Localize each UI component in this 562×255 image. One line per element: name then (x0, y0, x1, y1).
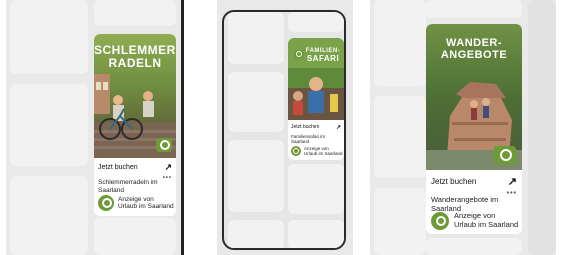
book-now-label: Jetzt buchen (431, 176, 477, 186)
hero-title: ANGEBOTE (440, 49, 508, 61)
feed-tile[interactable] (10, 176, 88, 255)
panel-feed-3: WANDER- ANGEBOTE Jetzt buchen ↗ Wanderan… (370, 0, 556, 255)
sponsor-info[interactable]: Anzeige von Urlaub im Saarland (291, 146, 343, 157)
arrow-up-right-icon: ↗ (507, 175, 517, 188)
book-now-label: Jetzt buchen (291, 124, 320, 130)
hero-title: RADELN (108, 56, 162, 70)
feed-tile[interactable] (94, 0, 176, 26)
feed-tile[interactable] (94, 218, 176, 255)
sponsor-text: Anzeige von Urlaub im Saarland (304, 146, 343, 157)
feed-tile[interactable] (374, 0, 426, 86)
ad-title[interactable]: Familiensafari im Saarland (291, 134, 325, 145)
sponsor-avatar (98, 195, 114, 211)
feed-tile[interactable] (374, 96, 426, 178)
ad-card[interactable]: SCHLEMMER- RADELN Jetzt buchen ↗ Schlemm… (94, 34, 176, 216)
ad-title[interactable]: Wanderangebote im Saarland (431, 195, 498, 213)
hero-title: SAFARI (306, 54, 340, 63)
feed-tile[interactable] (10, 0, 88, 74)
arrow-up-right-icon: ↗ (335, 124, 341, 131)
sponsor-text: Anzeige von Urlaub im Saarland (454, 211, 519, 229)
feed-tile[interactable] (288, 220, 344, 248)
feed-tile[interactable] (228, 12, 284, 64)
sponsor-text: Anzeige von Urlaub im Saarland (118, 195, 174, 210)
more-options-icon[interactable]: ••• (507, 190, 517, 197)
book-now-label: Jetzt buchen (98, 163, 138, 171)
ad-card[interactable]: FAMILIEN- SAFARI Jetzt buchen ↗ Familien… (288, 38, 344, 160)
feed-tile[interactable] (288, 164, 344, 214)
feed-tile[interactable] (228, 72, 284, 132)
arrow-up-right-icon: ↗ (164, 161, 172, 172)
brand-logo (494, 146, 516, 164)
panel-phone: FAMILIEN- SAFARI Jetzt buchen ↗ Familien… (217, 0, 353, 255)
ad-card[interactable]: WANDER- ANGEBOTE Jetzt buchen ↗ Wanderan… (426, 24, 522, 234)
more-options-icon[interactable]: ••• (163, 175, 172, 181)
phone-frame: FAMILIEN- SAFARI Jetzt buchen ↗ Familien… (222, 10, 346, 250)
feed-tile[interactable] (228, 220, 284, 248)
feed-tile[interactable] (10, 84, 88, 166)
book-now-link[interactable]: Jetzt buchen ↗ (288, 122, 344, 132)
sponsor-avatar (291, 146, 301, 157)
book-now-link[interactable]: Jetzt buchen ↗ (426, 170, 522, 192)
feed-tile[interactable] (228, 140, 284, 212)
feed-tile[interactable] (374, 188, 426, 255)
ad-hero-image[interactable]: SCHLEMMER- RADELN (94, 34, 176, 158)
feed-tile[interactable] (528, 0, 556, 255)
sponsor-info[interactable]: Anzeige von Urlaub im Saarland (98, 195, 174, 211)
ad-hero-image[interactable]: WANDER- ANGEBOTE (426, 24, 522, 170)
ad-title[interactable]: Schlemmerradeln im Saarland (98, 179, 158, 195)
hero-title: SCHLEMMER- (94, 43, 176, 57)
feed-tile[interactable] (288, 12, 344, 32)
hero-title: WANDER- (445, 37, 503, 49)
feed-tile[interactable] (426, 238, 522, 255)
panel-feed-1: SCHLEMMER- RADELN Jetzt buchen ↗ Schlemm… (6, 0, 198, 255)
book-now-link[interactable]: Jetzt buchen ↗ (94, 158, 176, 176)
feed-tile[interactable] (426, 0, 522, 18)
sponsor-info[interactable]: Anzeige von Urlaub im Saarland (431, 212, 518, 230)
sponsor-avatar (431, 212, 449, 230)
brand-logo (156, 138, 172, 152)
ad-hero-image[interactable]: FAMILIEN- SAFARI (288, 38, 344, 120)
